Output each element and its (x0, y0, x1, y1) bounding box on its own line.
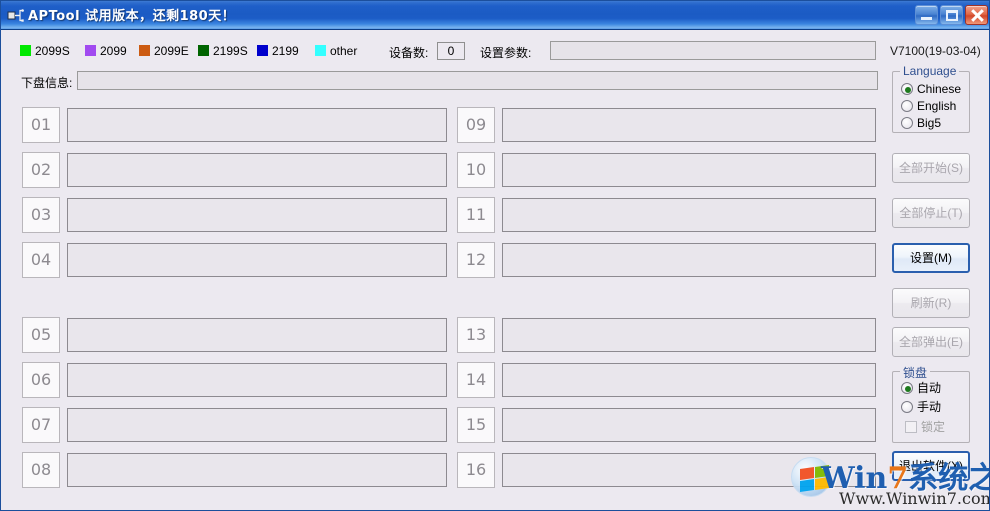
legend-swatch-icon (315, 45, 326, 56)
legend-bar: 2099S 2099 2099E 2199S 2199 other 设备数: 0… (2, 41, 988, 62)
disk-info-input[interactable] (77, 71, 878, 90)
title-bar: APTool 试用版本，还剩180天！ (1, 1, 989, 30)
settings-param-input[interactable] (550, 41, 876, 60)
slot-number: 10 (457, 152, 495, 188)
slot-number: 01 (22, 107, 60, 143)
radio-lockdisk-manual[interactable]: 手动 (901, 398, 941, 414)
device-count-label: 设备数: (389, 46, 429, 60)
slot-number: 02 (22, 152, 60, 188)
radio-selected-icon (901, 83, 913, 95)
stop-all-button[interactable]: 全部停止(T) (892, 198, 970, 228)
slot-number: 16 (457, 452, 495, 488)
slot-status-field[interactable] (67, 243, 447, 277)
slot-number: 05 (22, 317, 60, 353)
slot-status-field[interactable] (67, 108, 447, 142)
lockdisk-groupbox: 锁盘 自动 手动 锁定 (892, 364, 970, 443)
legend-item-2199: 2199 (257, 42, 299, 60)
exit-button[interactable]: 退出软件(X) (892, 451, 970, 481)
radio-language-english[interactable]: English (901, 97, 956, 113)
refresh-button[interactable]: 刷新(R) (892, 288, 970, 318)
slot-status-field[interactable] (67, 363, 447, 397)
radio-language-chinese[interactable]: Chinese (901, 80, 961, 96)
settings-button[interactable]: 设置(M) (892, 243, 970, 273)
start-all-button[interactable]: 全部开始(S) (892, 153, 970, 183)
slot-status-field[interactable] (67, 153, 447, 187)
slot-number: 11 (457, 197, 495, 233)
legend-swatch-icon (198, 45, 209, 56)
legend-swatch-icon (139, 45, 150, 56)
close-button[interactable] (965, 5, 988, 25)
checkbox-lock[interactable]: 锁定 (905, 418, 945, 434)
usb-device-icon (7, 9, 24, 22)
legend-item-2099e: 2099E (139, 42, 189, 60)
slot-status-field[interactable] (67, 198, 447, 232)
slot-status-field[interactable] (502, 363, 876, 397)
slot-number: 07 (22, 407, 60, 443)
slot-status-field[interactable] (67, 453, 447, 487)
disk-info-label: 下盘信息: (21, 76, 73, 90)
slot-number: 06 (22, 362, 60, 398)
slot-status-field[interactable] (502, 243, 876, 277)
slot-status-field[interactable] (502, 198, 876, 232)
slot-number: 14 (457, 362, 495, 398)
settings-param-label: 设置参数: (480, 46, 532, 60)
slot-status-field[interactable] (502, 453, 876, 487)
language-group-title: Language (900, 64, 960, 78)
maximize-button[interactable] (940, 5, 963, 25)
radio-lockdisk-auto[interactable]: 自动 (901, 379, 941, 395)
slot-status-field[interactable] (502, 153, 876, 187)
radio-selected-icon (901, 382, 913, 394)
minimize-button[interactable] (915, 5, 938, 25)
radio-unselected-icon (901, 117, 913, 129)
legend-swatch-icon (85, 45, 96, 56)
slot-status-field[interactable] (67, 318, 447, 352)
slot-number: 08 (22, 452, 60, 488)
slot-number: 13 (457, 317, 495, 353)
language-groupbox: Language Chinese English Big5 (892, 64, 970, 133)
legend-item-other: other (315, 42, 357, 60)
slot-number: 12 (457, 242, 495, 278)
application-window: APTool 试用版本，还剩180天！ 2099S 2099 2099E 219… (0, 0, 990, 511)
eject-all-button[interactable]: 全部弹出(E) (892, 327, 970, 357)
slot-status-field[interactable] (502, 318, 876, 352)
slot-number: 09 (457, 107, 495, 143)
slot-status-field[interactable] (67, 408, 447, 442)
radio-unselected-icon (901, 100, 913, 112)
window-title: APTool 试用版本，还剩180天！ (28, 9, 236, 24)
radio-language-big5[interactable]: Big5 (901, 114, 941, 130)
legend-swatch-icon (20, 45, 31, 56)
radio-unselected-icon (901, 401, 913, 413)
client-area: 2099S 2099 2099E 2199S 2199 other 设备数: 0… (2, 31, 988, 510)
slot-status-field[interactable] (502, 108, 876, 142)
slot-number: 04 (22, 242, 60, 278)
slot-number: 03 (22, 197, 60, 233)
legend-swatch-icon (257, 45, 268, 56)
version-label: V7100(19-03-04) (890, 44, 981, 58)
slot-status-field[interactable] (502, 408, 876, 442)
legend-item-2099s: 2099S (20, 42, 70, 60)
legend-item-2199s: 2199S (198, 42, 248, 60)
slot-number: 15 (457, 407, 495, 443)
checkbox-unchecked-icon (905, 421, 917, 433)
legend-item-2099: 2099 (85, 42, 127, 60)
device-count-value: 0 (437, 42, 465, 60)
